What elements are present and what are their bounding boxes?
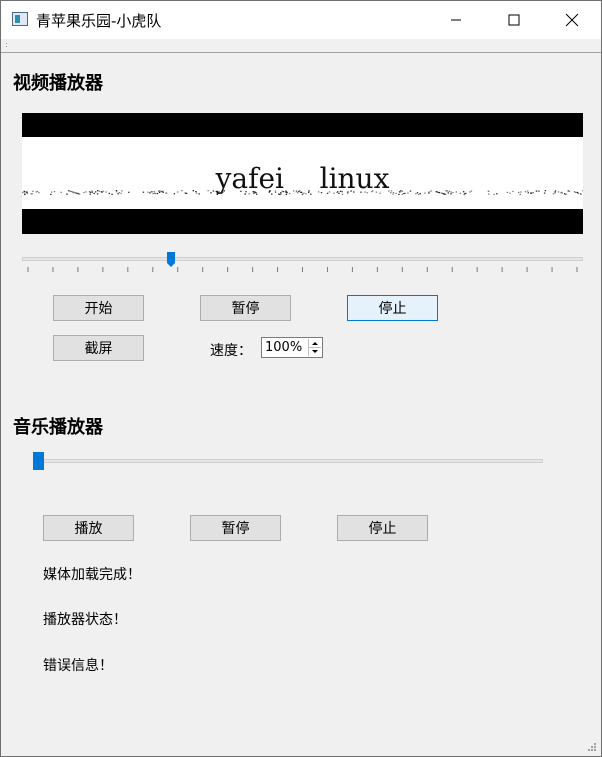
maximize-icon bbox=[508, 14, 520, 26]
close-icon bbox=[565, 13, 579, 27]
toolbar-grip bbox=[6, 43, 7, 47]
video-slider-handle[interactable] bbox=[166, 252, 176, 268]
speed-label: 速度： bbox=[210, 343, 252, 359]
separator bbox=[1, 52, 601, 53]
video-player-heading: 视频播放器 bbox=[13, 73, 103, 94]
app-icon bbox=[12, 12, 28, 26]
window-title: 青苹果乐园-小虎队 bbox=[36, 12, 162, 30]
maximize-button[interactable] bbox=[485, 1, 543, 39]
media-status-text: 媒体加载完成！ bbox=[43, 567, 141, 583]
screenshot-button[interactable]: 截屏 bbox=[53, 335, 144, 361]
app-window: 青苹果乐园-小虎队 视频播放器 yafei linux 开始 暂停 停止 截屏 … bbox=[0, 0, 602, 757]
video-display: yafei linux bbox=[22, 113, 583, 234]
music-player-heading: 音乐播放器 bbox=[13, 417, 103, 438]
minimize-icon bbox=[451, 19, 461, 21]
music-pause-button[interactable]: 暂停 bbox=[190, 515, 281, 541]
music-stop-button[interactable]: 停止 bbox=[337, 515, 428, 541]
size-grip-icon[interactable] bbox=[587, 742, 597, 752]
music-progress-slider[interactable] bbox=[33, 459, 543, 463]
close-button[interactable] bbox=[543, 1, 601, 39]
player-status-text: 播放器状态！ bbox=[43, 612, 127, 628]
video-stop-button[interactable]: 停止 bbox=[347, 295, 438, 321]
error-message-text: 错误信息！ bbox=[43, 658, 113, 674]
speed-value[interactable]: 100% bbox=[265, 340, 302, 355]
spin-down-icon bbox=[312, 350, 318, 353]
music-slider-handle[interactable] bbox=[33, 452, 44, 470]
play-button[interactable]: 播放 bbox=[43, 515, 134, 541]
title-bar[interactable]: 青苹果乐园-小虎队 bbox=[1, 1, 601, 39]
start-button[interactable]: 开始 bbox=[53, 295, 144, 321]
video-progress-slider[interactable] bbox=[22, 257, 583, 261]
video-pause-button[interactable]: 暂停 bbox=[200, 295, 291, 321]
video-caption: yafei linux bbox=[215, 162, 390, 195]
spin-up-icon bbox=[312, 342, 318, 345]
speed-spinbox[interactable]: 100% bbox=[261, 337, 323, 358]
minimize-button[interactable] bbox=[427, 1, 485, 39]
video-slider-ticks bbox=[27, 267, 578, 272]
